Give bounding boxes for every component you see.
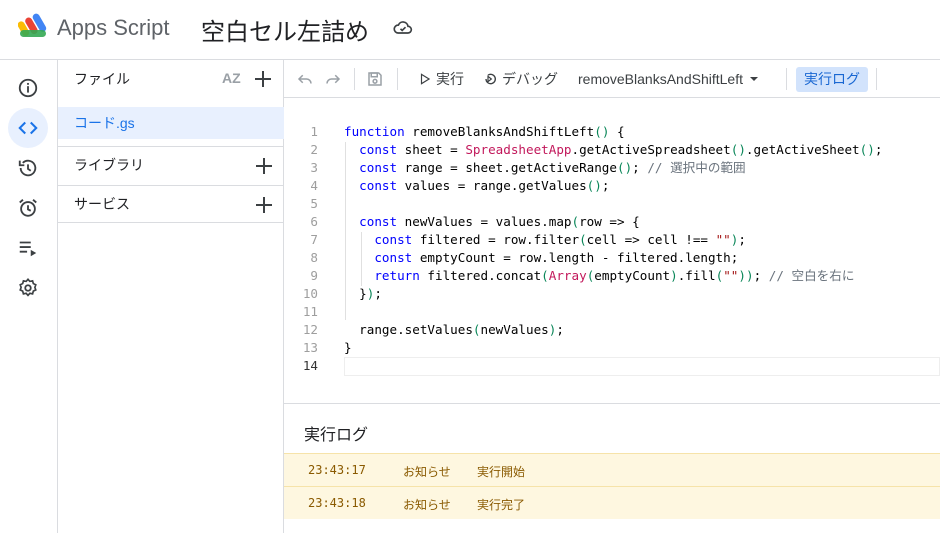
services-section[interactable]: サービス [58, 185, 284, 223]
dropdown-arrow-icon [749, 77, 758, 81]
redo-icon [326, 74, 341, 84]
line-number: 1 [310, 124, 318, 139]
add-service-icon[interactable] [254, 195, 274, 215]
apps-script-logo-icon[interactable] [18, 13, 50, 39]
line-number: 2 [310, 142, 318, 157]
editor-button[interactable] [8, 108, 48, 148]
files-panel: ファイル AZ コード.gs ライブラリ サービス [58, 60, 284, 533]
run-button[interactable]: 実行 [418, 60, 464, 98]
log-row: 23:43:17 お知らせ 実行開始 [284, 453, 940, 486]
save-icon [368, 72, 382, 86]
execution-log-button[interactable]: 実行ログ [796, 67, 868, 92]
code-icon [18, 121, 38, 135]
line-number: 14 [302, 358, 318, 373]
add-file-icon[interactable] [253, 69, 273, 89]
execution-log-title: 実行ログ [304, 427, 369, 444]
triggers-button[interactable] [8, 188, 48, 228]
function-select-value: removeBlanksAndShiftLeft [578, 71, 743, 87]
run-label: 実行 [436, 71, 464, 87]
log-row: 23:43:18 お知らせ 実行完了 [284, 486, 940, 519]
services-label: サービス [74, 196, 130, 212]
execution-log-panel: 実行ログ 23:43:17 お知らせ 実行開始 23:43:18 お知らせ 実行… [284, 403, 940, 533]
log-level: お知らせ [403, 498, 451, 512]
debug-label: デバッグ [502, 71, 558, 87]
top-bar: Apps Script 空白セル左詰め [0, 0, 940, 60]
redo-button[interactable] [324, 60, 342, 98]
line-number: 8 [310, 250, 318, 265]
toolbar-divider [876, 68, 877, 90]
project-title[interactable]: 空白セル左詰め [201, 12, 369, 47]
log-level: お知らせ [403, 465, 451, 479]
log-message: 実行開始 [477, 465, 526, 479]
line-number: 13 [302, 340, 318, 355]
executions-button[interactable] [8, 228, 48, 268]
libraries-label: ライブラリ [74, 157, 144, 173]
log-time: 23:43:18 [308, 496, 366, 510]
files-header-label: ファイル [74, 71, 130, 87]
line-number: 11 [302, 304, 318, 319]
file-item-code-gs[interactable]: コード.gs [58, 107, 284, 139]
line-number: 3 [310, 160, 318, 175]
code-editor[interactable]: 1 function removeBlanksAndShiftLeft() { 2… [284, 98, 940, 403]
editor-toolbar: 実行 デバッグ removeBlanksAndShiftLeft 実行ログ [284, 60, 940, 98]
left-nav-rail [0, 60, 58, 533]
undo-button[interactable] [296, 60, 314, 98]
gear-icon [19, 278, 37, 297]
settings-button[interactable] [8, 268, 48, 308]
cloud-saved-icon [393, 21, 413, 34]
line-number: 5 [310, 196, 318, 211]
list-run-icon [19, 241, 37, 257]
current-line-highlight [344, 357, 940, 376]
line-number: 10 [302, 286, 318, 301]
toolbar-divider [786, 68, 787, 90]
function-select[interactable]: removeBlanksAndShiftLeft [578, 60, 762, 98]
log-message: 実行完了 [477, 498, 526, 512]
toolbar-divider [354, 68, 355, 90]
add-library-icon[interactable] [254, 156, 274, 176]
debug-icon [485, 73, 496, 85]
overview-button[interactable] [8, 68, 48, 108]
app-name[interactable]: Apps Script [57, 15, 170, 41]
play-icon [420, 73, 431, 85]
info-icon [18, 78, 38, 98]
line-number: 4 [310, 178, 318, 193]
save-button[interactable] [366, 60, 384, 98]
history-icon [18, 159, 37, 177]
undo-icon [297, 74, 312, 84]
line-number: 12 [302, 322, 318, 337]
libraries-section[interactable]: ライブラリ [58, 146, 284, 184]
versions-button[interactable] [8, 148, 48, 188]
files-header: ファイル AZ [58, 60, 283, 98]
line-number: 9 [310, 268, 318, 283]
sort-az-icon[interactable]: AZ [222, 70, 241, 86]
alarm-icon [19, 199, 37, 217]
toolbar-divider [397, 68, 398, 90]
log-time: 23:43:17 [308, 463, 366, 477]
line-number: 6 [310, 214, 318, 229]
debug-button[interactable]: デバッグ [482, 60, 558, 98]
line-number: 7 [310, 232, 318, 247]
